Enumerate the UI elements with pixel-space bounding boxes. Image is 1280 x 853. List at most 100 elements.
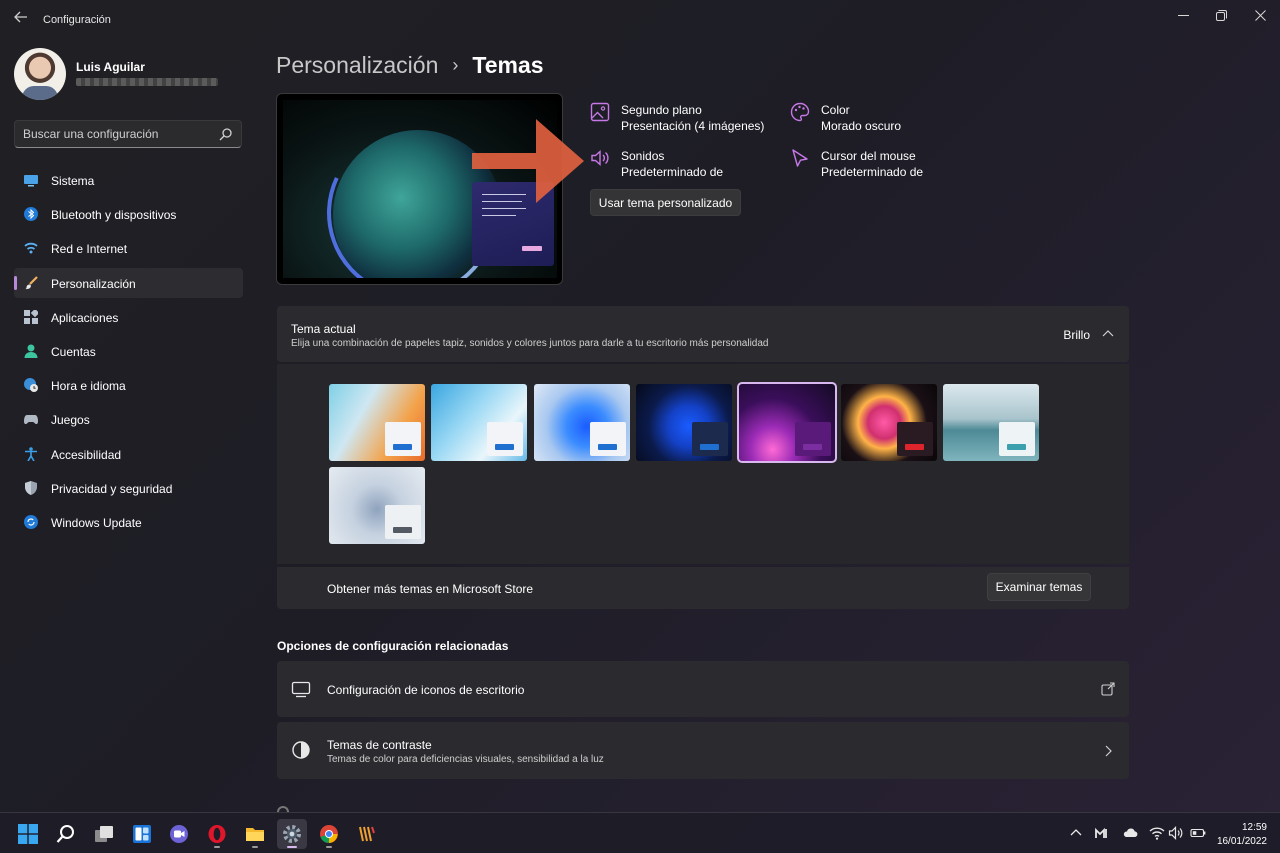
desktop-icon-settings-row[interactable]: Configuración de iconos de escritorio — [277, 661, 1129, 717]
gear-icon — [283, 825, 301, 843]
shield-icon — [25, 480, 37, 495]
sidebar-item-bluetooth[interactable]: Bluetooth y dispositivos — [14, 199, 243, 229]
sidebar-item-accesibilidad[interactable]: Accesibilidad — [14, 439, 243, 469]
user-email-blurred — [76, 78, 218, 86]
volume-icon[interactable] — [1168, 825, 1184, 841]
battery-icon[interactable] — [1190, 825, 1206, 841]
background-property[interactable]: Segundo plano Presentación (4 imágenes) — [590, 101, 780, 135]
search-input[interactable] — [23, 126, 213, 142]
desktop-icon — [291, 681, 311, 698]
sidebar-item-label: Windows Update — [51, 515, 142, 530]
palette-icon — [790, 102, 810, 122]
minimize-button[interactable] — [1167, 4, 1199, 26]
sidebar-item-juegos[interactable]: Juegos — [14, 404, 243, 434]
user-name: Luis Aguilar — [76, 60, 145, 74]
breadcrumb-parent[interactable]: Personalización — [276, 52, 438, 79]
cloud-icon[interactable] — [1122, 825, 1138, 841]
chrome-button[interactable] — [314, 819, 344, 849]
user-profile[interactable]: Luis Aguilar — [14, 48, 244, 100]
chevron-up-icon[interactable] — [1068, 825, 1084, 841]
sidebar-item-cuentas[interactable]: Cuentas — [14, 336, 243, 366]
close-button[interactable] — [1244, 4, 1276, 26]
theme-thumb[interactable] — [943, 384, 1039, 461]
sounds-property[interactable]: Sonidos Predeterminado de — [590, 147, 780, 181]
sidebar-item-label: Sistema — [51, 174, 95, 188]
back-arrow-icon — [14, 11, 27, 23]
search-icon — [56, 825, 74, 843]
gamepad-icon — [24, 415, 38, 425]
chrome-icon — [320, 825, 338, 843]
restore-icon — [1215, 9, 1227, 21]
sidebar-item-label: Personalización — [51, 276, 136, 291]
teams-chat-button[interactable] — [164, 819, 194, 849]
sidebar-item-red[interactable]: Red e Internet — [14, 233, 243, 263]
chevron-up-icon[interactable] — [1102, 328, 1114, 340]
stripes-app-icon — [359, 826, 375, 842]
opera-button[interactable] — [202, 819, 232, 849]
sidebar-nav: Sistema Bluetooth y dispositivos Red e I… — [14, 165, 243, 541]
search-icon[interactable] — [219, 127, 233, 141]
app-button[interactable] — [352, 819, 382, 849]
contrast-icon — [292, 741, 310, 759]
chat-icon — [170, 825, 188, 843]
cursor-value: Predeterminado de — [821, 165, 924, 179]
sidebar-item-label: Bluetooth y dispositivos — [51, 208, 177, 223]
sidebar-item-personalizacion[interactable]: Personalización — [14, 267, 243, 298]
cursor-property[interactable]: Cursor del mouse Predeterminado de — [790, 147, 980, 181]
accessibility-icon — [25, 446, 37, 461]
clock[interactable]: 12:59 16/01/2022 — [1217, 821, 1267, 849]
browse-themes-button[interactable]: Examinar temas — [987, 573, 1091, 601]
task-view-button[interactable] — [89, 819, 119, 849]
sidebar-item-label: Red e Internet — [51, 242, 128, 257]
current-theme-title: Tema actual — [291, 322, 356, 336]
theme-thumb[interactable] — [841, 384, 937, 461]
taskbar: 12:59 16/01/2022 — [0, 812, 1280, 853]
start-button[interactable] — [13, 819, 43, 849]
restore-button[interactable] — [1205, 4, 1237, 26]
current-theme-header[interactable]: Tema actual Elija una combinación de pap… — [277, 306, 1129, 362]
sidebar-item-label: Juegos — [51, 413, 90, 428]
minimize-icon — [1177, 14, 1189, 16]
tray-app-icon[interactable] — [1094, 825, 1110, 841]
sidebar-item-label: Cuentas — [51, 344, 96, 359]
apps-icon — [24, 309, 38, 324]
theme-thumb[interactable] — [329, 384, 425, 461]
sidebar-item-sistema[interactable]: Sistema — [14, 165, 243, 195]
related-settings-title: Opciones de configuración relacionadas — [277, 639, 509, 653]
clock-date: 16/01/2022 — [1216, 836, 1267, 847]
wifi-icon[interactable] — [1149, 825, 1165, 841]
sidebar-item-windows-update[interactable]: Windows Update — [14, 507, 243, 537]
theme-thumb[interactable] — [636, 384, 732, 461]
task-view-icon — [95, 826, 113, 842]
sidebar-item-label: Hora e idioma — [51, 379, 126, 394]
cursor-icon — [792, 149, 808, 167]
theme-thumb[interactable] — [534, 384, 630, 461]
sidebar-item-aplicaciones[interactable]: Aplicaciones — [14, 302, 243, 332]
widgets-icon — [133, 825, 151, 843]
use-custom-theme-button[interactable]: Usar tema personalizado — [590, 189, 741, 216]
close-icon — [1254, 9, 1266, 21]
back-button[interactable] — [12, 10, 30, 28]
clock-time: 12:59 — [1241, 822, 1267, 833]
selected-theme-name: Brillo — [1063, 328, 1090, 342]
theme-thumb[interactable] — [431, 384, 527, 461]
title-bar: Configuración — [0, 0, 1280, 40]
file-explorer-button[interactable] — [240, 819, 270, 849]
breadcrumb-separator: › — [452, 54, 459, 75]
contrast-themes-title: Temas de contraste — [327, 738, 432, 752]
store-label: Obtener más temas en Microsoft Store — [327, 582, 534, 596]
sidebar-item-privacidad[interactable]: Privacidad y seguridad — [14, 473, 243, 503]
search-box[interactable] — [14, 120, 242, 148]
sidebar-item-hora[interactable]: Hora e idioma — [14, 370, 243, 400]
color-property[interactable]: Color Morado oscuro — [790, 101, 980, 135]
settings-taskbar-button[interactable] — [277, 819, 307, 849]
breadcrumb: Personalización › Temas — [276, 49, 544, 81]
contrast-themes-row[interactable]: Temas de contraste Temas de color para d… — [277, 722, 1129, 779]
widgets-button[interactable] — [127, 819, 157, 849]
theme-thumb[interactable] — [329, 467, 425, 544]
monitor-icon — [24, 175, 38, 187]
opera-icon — [208, 825, 226, 843]
theme-thumb-selected[interactable] — [737, 382, 837, 463]
annotation-arrow-icon — [472, 119, 584, 203]
taskbar-search-button[interactable] — [51, 819, 81, 849]
